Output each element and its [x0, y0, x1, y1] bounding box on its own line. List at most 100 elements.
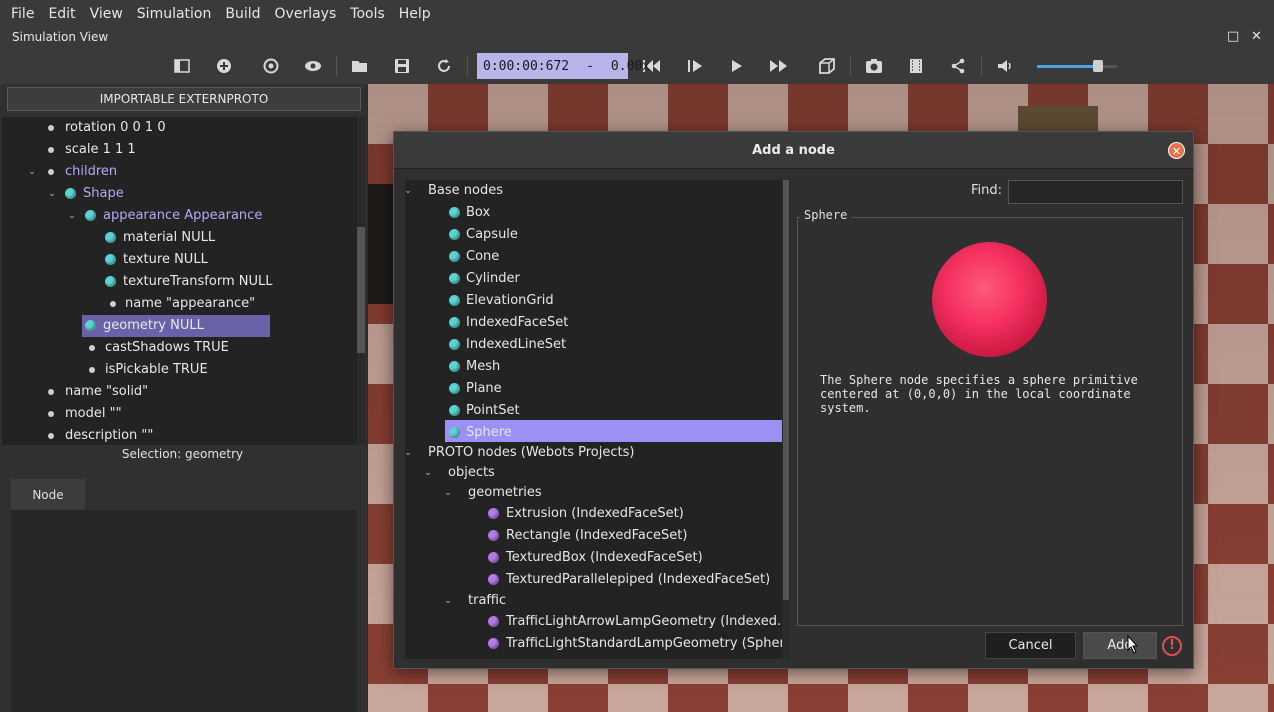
close-view-icon[interactable]: ✕ — [1251, 29, 1262, 44]
cancel-button[interactable]: Cancel — [985, 632, 1076, 659]
node-item-capsule[interactable]: Capsule — [466, 224, 518, 246]
proto-node-icon — [488, 574, 499, 585]
node-list-scroll-thumb[interactable] — [783, 180, 789, 600]
node-bullet-icon — [105, 232, 116, 243]
node-item-box[interactable]: Box — [466, 202, 490, 224]
play-icon[interactable] — [725, 54, 749, 78]
step-icon[interactable] — [683, 54, 707, 78]
scene-tree-item[interactable]: children — [65, 161, 117, 183]
node-item-cone[interactable]: Cone — [466, 246, 499, 268]
reload-world-icon[interactable] — [432, 54, 456, 78]
movie-icon[interactable] — [904, 54, 928, 78]
scene-tree-scroll-thumb[interactable] — [357, 227, 365, 353]
menu-edit[interactable]: Edit — [41, 6, 82, 22]
proto-node-icon — [488, 530, 499, 541]
scene-tree-item[interactable]: appearance Appearance — [103, 205, 262, 227]
menu-file[interactable]: File — [4, 6, 41, 22]
field-bullet-icon — [110, 301, 116, 307]
collapse-arrow-icon[interactable]: ⌄ — [27, 161, 37, 183]
volume-slider-handle[interactable] — [1093, 60, 1103, 72]
menu-tools[interactable]: Tools — [343, 6, 392, 22]
node-description: The Sphere node specifies a sphere primi… — [820, 373, 1138, 415]
scene-tree-item[interactable]: textureTransform NULL — [123, 271, 272, 293]
collapse-arrow-icon[interactable]: ⌄ — [47, 183, 57, 205]
simulation-time: 0:00:00:672 — [483, 58, 570, 74]
base-nodes-header[interactable]: Base nodes — [428, 180, 503, 202]
scene-tree-scrollbar[interactable] — [357, 117, 365, 445]
importable-externproto-button[interactable]: IMPORTABLE EXTERNPROTO — [7, 87, 361, 111]
menu-help[interactable]: Help — [392, 6, 438, 22]
warning-icon[interactable]: ! — [1162, 636, 1182, 656]
scene-tree-item[interactable]: description "" — [65, 425, 153, 445]
node-item-cylinder[interactable]: Cylinder — [466, 268, 520, 290]
scene-tree-item[interactable]: castShadows TRUE — [105, 337, 229, 359]
collapse-arrow-icon[interactable]: ⌄ — [405, 442, 413, 464]
find-input[interactable] — [1008, 180, 1183, 204]
field-bullet-icon — [48, 125, 54, 131]
menu-overlays[interactable]: Overlays — [268, 6, 344, 22]
selection-label: Selection: geometry — [121, 447, 244, 461]
node-item-mesh[interactable]: Mesh — [466, 356, 500, 378]
scene-tree-item[interactable]: isPickable TRUE — [105, 359, 208, 381]
node-item-pointset[interactable]: PointSet — [466, 400, 520, 422]
dialog-title: Add a node — [394, 132, 1193, 169]
scene-tree-item[interactable]: Shape — [83, 183, 124, 205]
collapse-arrow-icon[interactable]: ⌄ — [443, 590, 453, 612]
share-icon[interactable] — [946, 54, 970, 78]
field-bullet-icon — [48, 147, 54, 153]
base-node-icon — [449, 427, 460, 438]
scene-tree-item[interactable]: model "" — [65, 403, 122, 425]
menu-simulation[interactable]: Simulation — [130, 6, 219, 22]
menu-build[interactable]: Build — [218, 6, 267, 22]
collapse-arrow-icon[interactable]: ⌄ — [443, 482, 453, 504]
node-item-indexedlineset[interactable]: IndexedLineSet — [466, 334, 566, 356]
reset-view-icon[interactable] — [259, 54, 283, 78]
collapse-arrow-icon[interactable]: ⌄ — [405, 180, 413, 202]
node-bullet-icon — [85, 210, 96, 221]
menu-bar: File Edit View Simulation Build Overlays… — [0, 0, 1274, 28]
scene-tree-item-selected[interactable]: geometry NULL — [103, 315, 204, 337]
eye-icon[interactable] — [301, 54, 325, 78]
proto-item-trafficlightarrowlamp[interactable]: TrafficLightArrowLampGeometry (Indexed..… — [506, 611, 782, 633]
scene-tree-item[interactable]: rotation 0 0 1 0 — [65, 117, 166, 139]
scene-tree-item[interactable]: material NULL — [123, 227, 215, 249]
node-item-elevationgrid[interactable]: ElevationGrid — [466, 290, 554, 312]
toggle-render-icon[interactable] — [815, 54, 839, 78]
add-node-icon[interactable] — [212, 54, 236, 78]
proto-item-rectangle[interactable]: Rectangle (IndexedFaceSet) — [506, 525, 687, 547]
proto-item-trafficlightstandardlamp[interactable]: TrafficLightStandardLampGeometry (Sphere… — [506, 633, 782, 655]
open-world-icon[interactable] — [348, 54, 372, 78]
menu-view[interactable]: View — [83, 6, 130, 22]
volume-icon[interactable] — [993, 54, 1017, 78]
node-list-scrollbar[interactable] — [782, 180, 790, 659]
scene-tree-item[interactable]: texture NULL — [123, 249, 208, 271]
save-world-icon[interactable] — [390, 54, 414, 78]
volume-slider[interactable] — [1037, 60, 1117, 72]
proto-item-texturedparallelepiped[interactable]: TexturedParallelepiped (IndexedFaceSet) — [506, 569, 770, 591]
field-bullet-icon — [48, 389, 54, 395]
scene-tree-item[interactable]: scale 1 1 1 — [65, 139, 136, 161]
add-button[interactable]: Add — [1083, 632, 1157, 659]
collapse-arrow-icon[interactable]: ⌄ — [67, 205, 77, 227]
node-item-indexedfaceset[interactable]: IndexedFaceSet — [466, 312, 568, 334]
scene-tree-item[interactable]: name "solid" — [65, 381, 148, 403]
proto-folder-geometries[interactable]: geometries — [468, 482, 542, 504]
screenshot-icon[interactable] — [862, 54, 886, 78]
collapse-arrow-icon[interactable]: ⌄ — [423, 462, 433, 484]
proto-folder-traffic[interactable]: traffic — [468, 590, 506, 612]
node-type-list: ⌄ Base nodes Box Capsule Cone Cylinder E… — [405, 180, 782, 659]
node-item-plane[interactable]: Plane — [466, 378, 502, 400]
add-node-dialog: Add a node ✕ ⌄ Base nodes Box Capsule Co… — [393, 131, 1194, 669]
restore-icon[interactable]: □ — [1227, 29, 1239, 44]
fast-forward-icon[interactable] — [767, 54, 791, 78]
toggle-scene-tree-icon[interactable] — [170, 54, 194, 78]
field-bullet-icon — [48, 433, 54, 439]
dialog-close-icon[interactable]: ✕ — [1168, 142, 1185, 159]
tab-node[interactable]: Node — [11, 479, 85, 510]
proto-item-extrusion[interactable]: Extrusion (IndexedFaceSet) — [506, 503, 684, 525]
proto-item-texturedbox[interactable]: TexturedBox (IndexedFaceSet) — [506, 547, 703, 569]
node-item-sphere[interactable]: Sphere — [466, 422, 512, 444]
proto-nodes-header[interactable]: PROTO nodes (Webots Projects) — [428, 442, 634, 464]
proto-folder-objects[interactable]: objects — [448, 462, 495, 484]
scene-tree-item[interactable]: name "appearance" — [125, 293, 255, 315]
